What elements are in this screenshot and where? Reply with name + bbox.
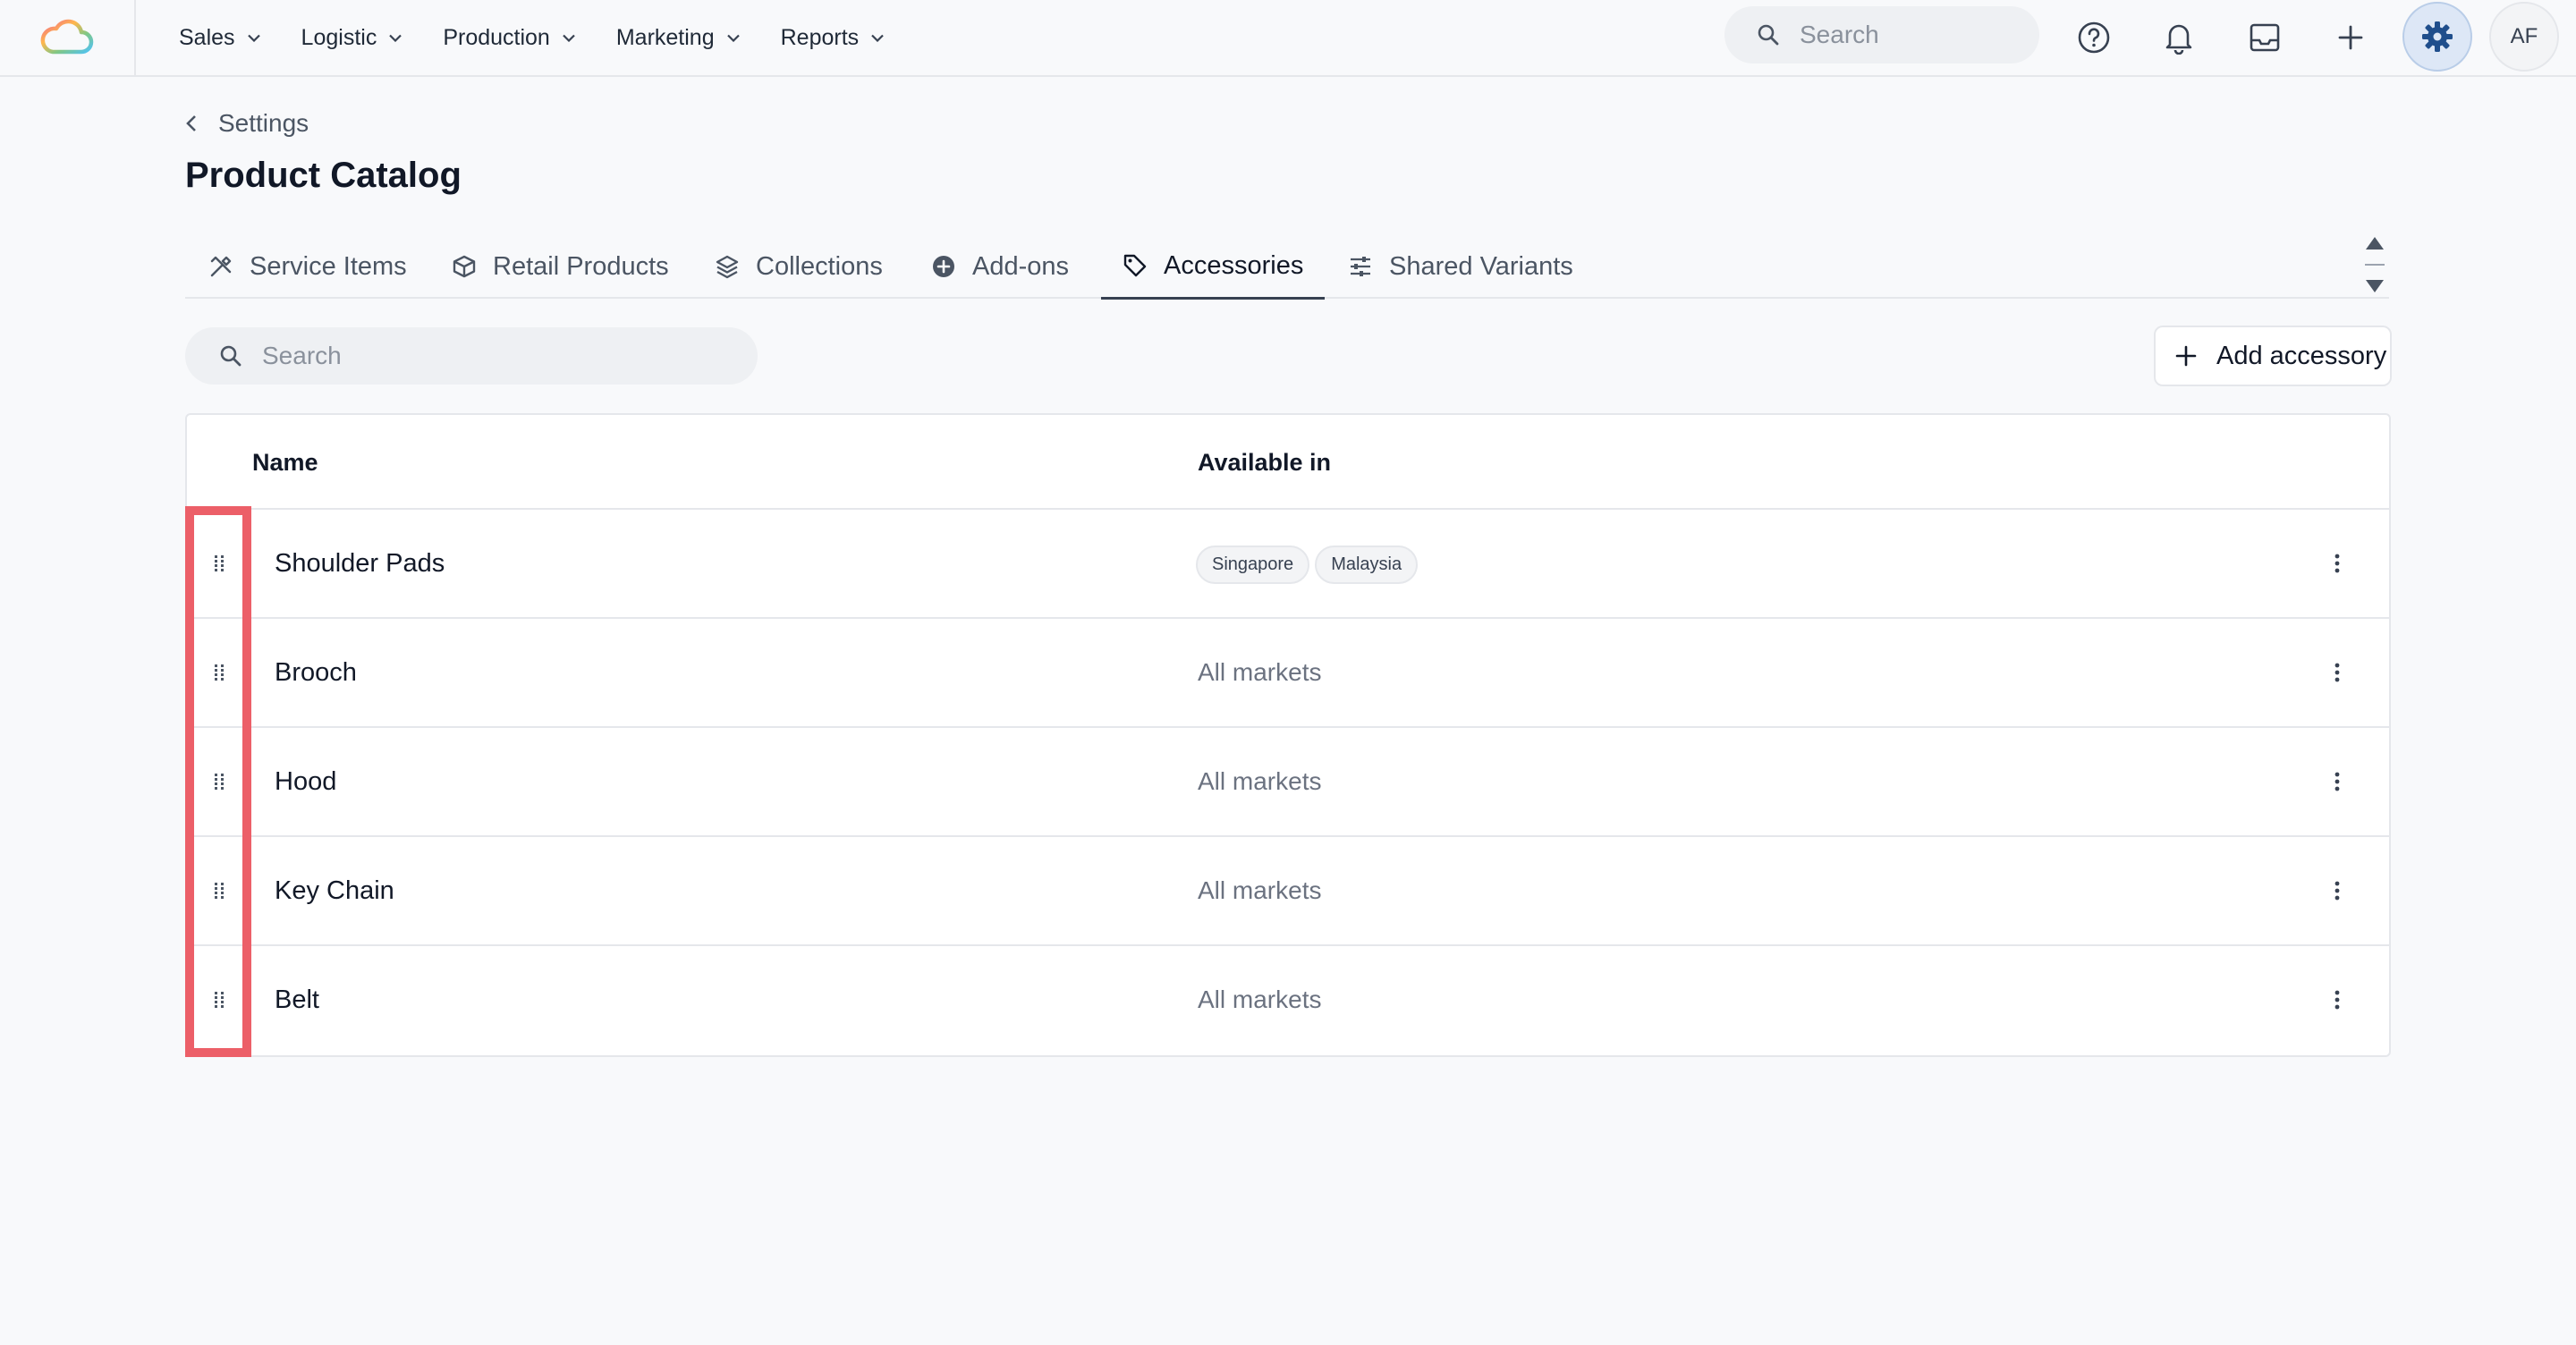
drag-handle-icon[interactable]	[208, 770, 230, 793]
user-avatar[interactable]: AF	[2489, 2, 2559, 72]
more-vertical-icon	[2334, 772, 2340, 791]
chevron-down-icon	[389, 34, 402, 42]
breadcrumb[interactable]: Settings	[186, 109, 309, 138]
more-vertical-icon	[2334, 554, 2340, 573]
tab-retail-products[interactable]: Retail Products	[452, 234, 669, 299]
row-menu-button[interactable]	[2321, 984, 2353, 1016]
drag-handle-icon[interactable]	[208, 879, 230, 902]
search-icon	[220, 345, 242, 367]
gear-icon	[2422, 21, 2453, 52]
plus-icon	[2175, 345, 2197, 367]
nav-marketing[interactable]: Marketing	[616, 25, 740, 51]
availability-text: All markets	[1198, 876, 1322, 904]
availability-text: All markets	[1198, 985, 1322, 1013]
global-search[interactable]	[1724, 6, 2039, 63]
accessory-name: Shoulder Pads	[275, 549, 445, 578]
more-vertical-icon	[2334, 663, 2340, 682]
table-header: Name Available in	[187, 415, 2389, 510]
notifications-button[interactable]	[2154, 13, 2204, 63]
table-row[interactable]: Hood All markets	[187, 728, 2389, 837]
tab-add-ons[interactable]: Add-ons	[931, 234, 1069, 299]
column-header-name: Name	[252, 449, 318, 476]
bell-icon	[2165, 24, 2192, 55]
tab-shared-variants[interactable]: Shared Variants	[1348, 234, 1573, 299]
drag-handle-icon[interactable]	[208, 988, 230, 1011]
row-menu-button[interactable]	[2321, 547, 2353, 579]
availability-text: All markets	[1198, 658, 1322, 686]
tab-scroll-control[interactable]	[2361, 236, 2388, 293]
scroll-down-icon[interactable]	[2365, 279, 2385, 293]
nav-sales[interactable]: Sales	[179, 25, 260, 51]
chevron-down-icon	[726, 34, 740, 42]
market-chip: Malaysia	[1315, 546, 1419, 584]
accessory-name: Brooch	[275, 658, 357, 687]
table-row[interactable]: Shoulder Pads Singapore Malaysia	[187, 510, 2389, 619]
box-icon	[453, 255, 476, 278]
accessory-search-input[interactable]	[262, 342, 709, 370]
nav-logistic[interactable]: Logistic	[301, 25, 402, 51]
chevron-left-icon	[186, 115, 196, 131]
chevron-down-icon	[563, 34, 575, 42]
row-menu-button[interactable]	[2321, 766, 2353, 798]
accessory-name: Hood	[275, 767, 337, 796]
table-row[interactable]: Key Chain All markets	[187, 837, 2389, 946]
table-row[interactable]: Belt All markets	[187, 946, 2389, 1055]
chevron-down-icon	[247, 34, 260, 42]
drag-handle-icon[interactable]	[208, 661, 230, 684]
breadcrumb-settings: Settings	[218, 109, 309, 137]
search-icon	[1758, 24, 1779, 46]
cloud-logo-icon	[40, 19, 94, 55]
row-menu-button[interactable]	[2321, 656, 2353, 689]
more-vertical-icon	[2334, 881, 2340, 901]
app-logo[interactable]	[0, 0, 136, 75]
plus-icon	[2338, 25, 2363, 50]
plus-circle-icon	[933, 256, 954, 277]
tools-icon	[210, 256, 232, 277]
main-nav: Sales Logistic Production Marketing Repo…	[179, 0, 925, 75]
market-chips: Singapore Malaysia	[1196, 546, 1423, 584]
top-bar: Sales Logistic Production Marketing Repo…	[0, 0, 2576, 77]
inbox-icon	[2250, 23, 2280, 52]
tab-collections[interactable]: Collections	[715, 234, 883, 299]
accessory-name: Key Chain	[275, 876, 394, 905]
settings-button[interactable]	[2402, 2, 2472, 72]
global-search-input[interactable]	[1800, 21, 2014, 49]
layers-icon	[716, 255, 739, 279]
tag-icon	[1123, 254, 1147, 277]
tab-accessories[interactable]: Accessories	[1101, 234, 1326, 300]
nav-production[interactable]: Production	[443, 25, 575, 51]
more-vertical-icon	[2334, 990, 2340, 1010]
accessory-name: Belt	[275, 985, 319, 1014]
column-header-available-in: Available in	[1198, 449, 1332, 476]
tab-service-items[interactable]: Service Items	[208, 234, 407, 299]
market-chip: Singapore	[1196, 546, 1310, 584]
row-menu-button[interactable]	[2321, 875, 2353, 907]
accessory-search[interactable]	[185, 327, 758, 385]
inbox-button[interactable]	[2240, 13, 2290, 63]
help-button[interactable]	[2069, 13, 2119, 63]
nav-reports[interactable]: Reports	[781, 25, 885, 51]
help-icon	[2078, 21, 2110, 54]
availability-text: All markets	[1198, 767, 1322, 795]
divider	[2365, 264, 2385, 266]
drag-handle-icon[interactable]	[208, 552, 230, 575]
create-button[interactable]	[2326, 13, 2376, 63]
chevron-down-icon	[871, 34, 884, 42]
sliders-icon	[1351, 257, 1370, 276]
scroll-up-icon[interactable]	[2365, 236, 2385, 250]
catalog-tabs: Service Items Retail Products Collection…	[185, 234, 2389, 300]
page-title: Product Catalog	[185, 156, 462, 195]
accessories-table: Name Available in Shoulder Pads Singapor…	[185, 413, 2391, 1057]
table-row[interactable]: Brooch All markets	[187, 619, 2389, 728]
add-accessory-button[interactable]: Add accessory	[2154, 326, 2392, 386]
